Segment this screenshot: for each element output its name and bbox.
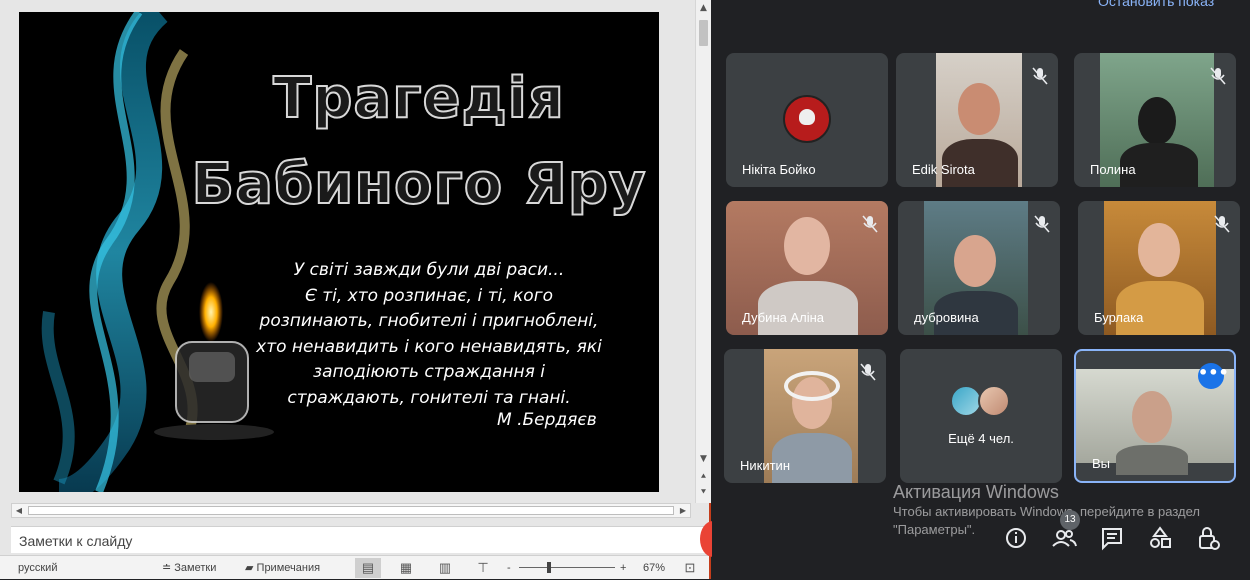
zoom-level[interactable]: 67%: [643, 556, 665, 580]
next-slide-icon[interactable]: ⯆: [696, 485, 711, 501]
horizontal-scroll-thumb[interactable]: [28, 506, 674, 515]
fit-slide-icon[interactable]: ⊡: [677, 558, 703, 578]
participant-tile[interactable]: Никитин: [724, 349, 886, 483]
scroll-right-icon[interactable]: ▶: [676, 504, 690, 517]
info-icon[interactable]: [1002, 524, 1030, 552]
participant-tile[interactable]: Дубина Аліна: [726, 201, 888, 335]
slide-sorter-icon[interactable]: ▦: [393, 558, 419, 578]
participant-name: Полина: [1090, 162, 1136, 177]
self-view-tile[interactable]: ••• Вы: [1074, 349, 1236, 483]
participant-tile[interactable]: Полина: [1074, 53, 1236, 187]
normal-view-icon[interactable]: ▤: [355, 558, 381, 578]
mic-off-icon: [1210, 67, 1226, 85]
participant-name: Вы: [1092, 456, 1111, 471]
comments-toggle[interactable]: ▰ Примечания: [245, 556, 320, 580]
stop-presenting-button[interactable]: Остановить показ: [1098, 0, 1214, 9]
more-participants-tile[interactable]: Ещё 4 чел.: [900, 349, 1062, 483]
participant-name: дубровина: [914, 310, 979, 325]
chat-icon[interactable]: [1098, 524, 1126, 552]
participant-tile[interactable]: Нікіта Бойко: [726, 53, 888, 187]
host-controls-icon[interactable]: [1194, 524, 1222, 552]
slide-title: Трагедія Бабиного Яру: [179, 56, 659, 228]
participant-name: Нікіта Бойко: [742, 162, 816, 177]
slideshow-icon[interactable]: ⊤: [470, 558, 496, 578]
notes-label: Заметки: [174, 562, 217, 574]
quote-line: У світі завжди були дві раси...: [293, 260, 565, 280]
participant-name: Никитин: [740, 458, 790, 473]
quote-line: страждають, гонителі та гнані.: [287, 387, 571, 408]
activities-icon[interactable]: [1146, 524, 1174, 552]
participant-tile[interactable]: Бурлака: [1078, 201, 1240, 335]
avatar: [978, 385, 1010, 417]
activation-heading: Активация Windows: [893, 482, 1059, 502]
mic-off-icon: [1034, 215, 1050, 233]
reading-view-icon[interactable]: ▥: [432, 558, 458, 578]
meet-window: Остановить показ Нікіта Бойко Edik Sirot…: [712, 0, 1250, 579]
notes-icon: ≐: [162, 562, 172, 574]
quote-line: хто ненавидить і кого ненавидять, які: [256, 336, 602, 357]
mic-off-icon: [1214, 215, 1230, 233]
participant-name: Дубина Аліна: [742, 310, 825, 325]
quote-line: розпинають, гнобителі і пригноблені,: [259, 311, 599, 331]
slide-editing-area: Трагедія Бабиного Яру У світі завжди бул…: [0, 0, 695, 503]
horizontal-scrollbar[interactable]: ◀ ▶: [11, 503, 691, 518]
zoom-slider[interactable]: [519, 567, 615, 568]
quote-line: заподіюють страждання і: [313, 362, 545, 382]
slide[interactable]: Трагедія Бабиного Яру У світі завжди бул…: [19, 12, 659, 492]
participant-tile[interactable]: дубровина: [898, 201, 1060, 335]
language-indicator[interactable]: русский: [18, 556, 57, 580]
more-options-icon[interactable]: •••: [1198, 363, 1229, 389]
quote-line: Є ті, хто розпинає, і ті, кого: [304, 285, 554, 306]
people-count-badge: 13: [1060, 510, 1080, 530]
status-bar: русский ≐ Заметки ▰ Примечания ▤ ▦ ▥ ⊤ -…: [0, 555, 709, 579]
slide-notes-input[interactable]: Заметки к слайду: [11, 526, 708, 553]
comments-label: Примечания: [256, 562, 321, 574]
previous-slide-icon[interactable]: ⯅: [696, 469, 711, 485]
comment-icon: ▰: [245, 562, 254, 574]
scroll-up-icon[interactable]: ▲: [696, 0, 711, 16]
people-button[interactable]: 13: [1050, 510, 1080, 552]
mic-off-icon: [862, 215, 878, 233]
zoom-slider-knob[interactable]: [547, 562, 551, 573]
powerpoint-window: Трагедія Бабиного Яру У світі завжди бул…: [0, 0, 711, 579]
scroll-left-icon[interactable]: ◀: [12, 504, 26, 517]
slide-title-line-2: Бабиного Яру: [191, 151, 647, 218]
zoom-out-button[interactable]: -: [507, 556, 511, 580]
mic-off-icon: [860, 363, 876, 381]
mic-off-icon: [1032, 67, 1048, 85]
more-participants-label: Ещё 4 чел.: [948, 431, 1014, 446]
avatar: [783, 95, 831, 143]
slide-title-line-1: Трагедія: [272, 65, 565, 132]
notes-toggle[interactable]: ≐ Заметки: [162, 556, 216, 580]
scroll-thumb[interactable]: [699, 20, 708, 46]
vertical-scrollbar[interactable]: ▲ ▼ ⯅ ⯆: [695, 0, 711, 503]
participant-name: Edik Sirota: [912, 162, 975, 177]
slide-quote: У світі завжди були дві раси... Є ті, хт…: [249, 258, 609, 411]
zoom-in-button[interactable]: +: [620, 556, 626, 580]
scroll-down-icon[interactable]: ▼: [696, 451, 711, 467]
participant-tile[interactable]: Edik Sirota: [896, 53, 1058, 187]
participant-name: Бурлака: [1094, 310, 1144, 325]
quote-author: М .Бердяєв: [497, 410, 597, 430]
candle-flame: [199, 282, 223, 342]
skull-icon: [799, 109, 815, 125]
